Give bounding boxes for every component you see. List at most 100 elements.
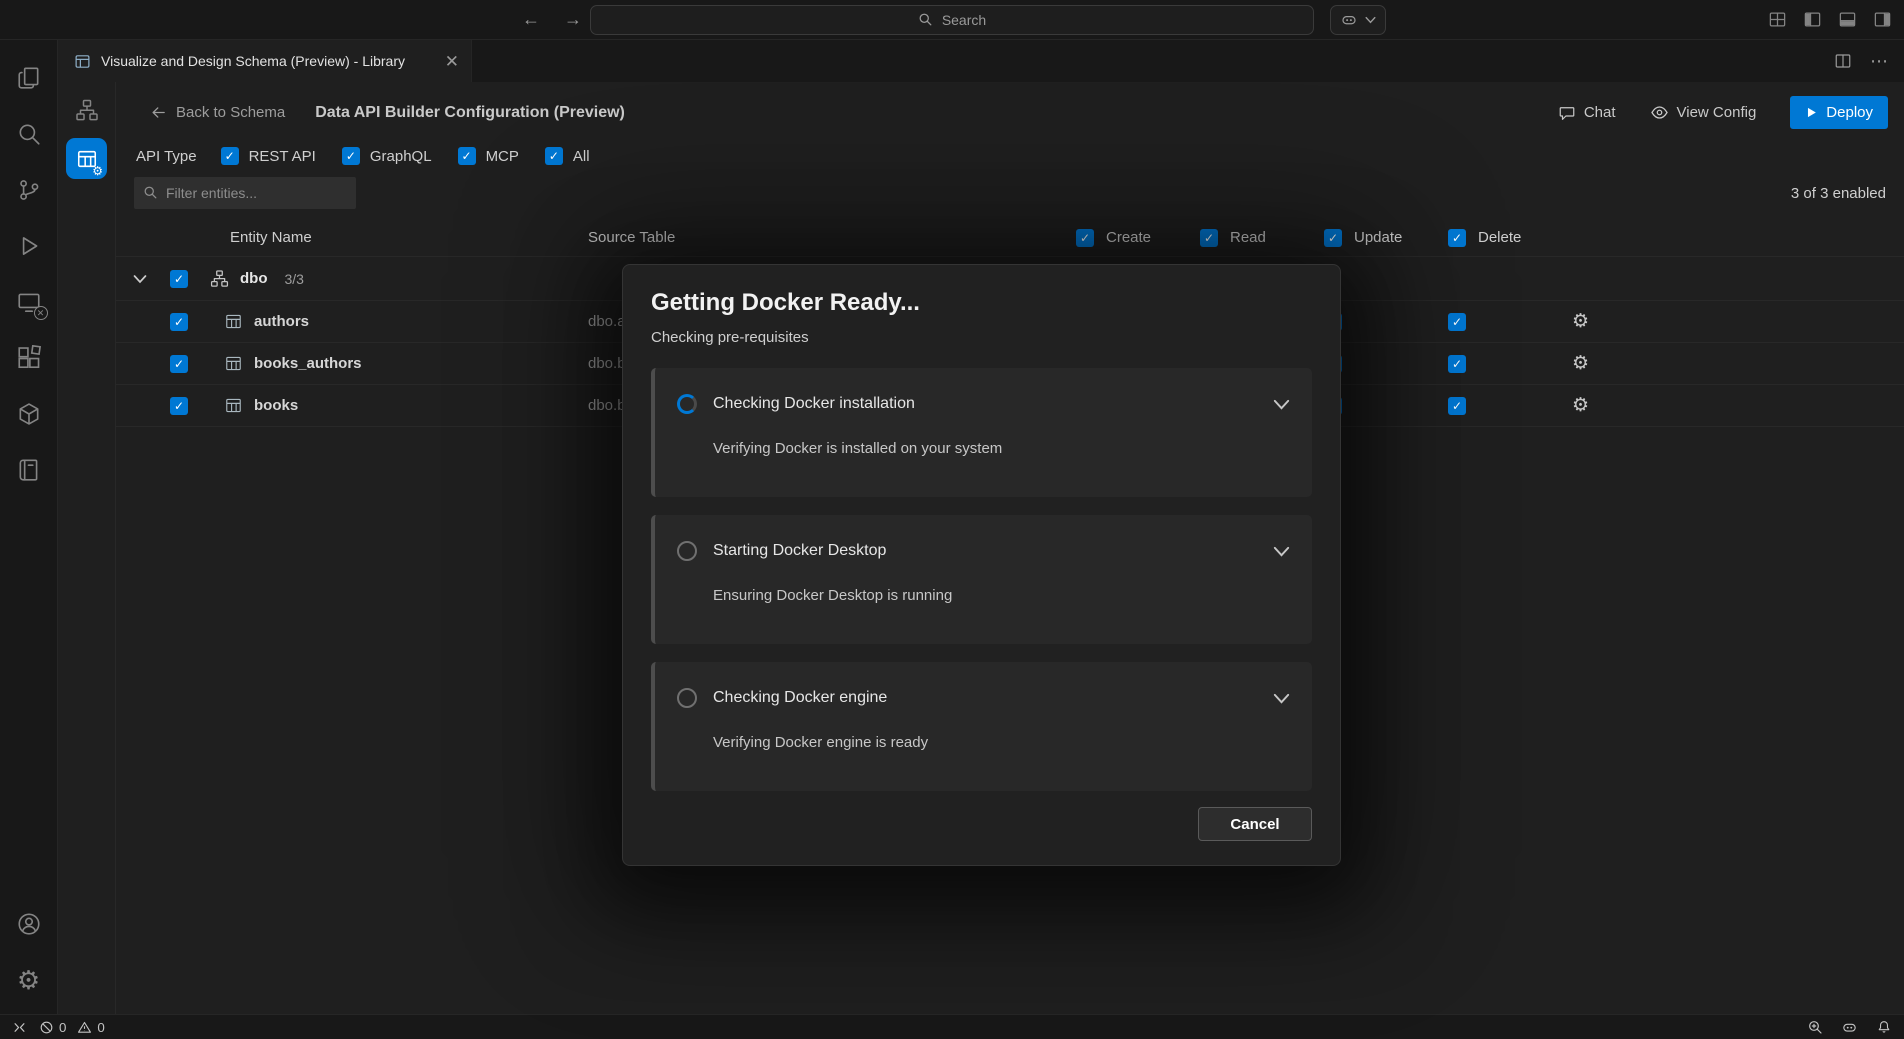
layout-controls <box>1768 10 1892 29</box>
filter-option-graphql[interactable]: GraphQL <box>342 147 432 165</box>
titlebar: ← → Search <box>0 0 1904 40</box>
chevron-down-icon <box>133 274 147 284</box>
problems-button[interactable]: 0 0 <box>39 1020 105 1035</box>
step-label: Checking Docker installation <box>713 395 915 413</box>
view-config-button[interactable]: View Config <box>1650 103 1757 122</box>
deploy-label: Deploy <box>1826 104 1873 121</box>
copilot-session-button[interactable] <box>1330 5 1386 35</box>
schema-hierarchy-icon <box>75 98 99 122</box>
back-to-schema-link[interactable]: Back to Schema <box>150 104 285 121</box>
tab-close-button[interactable]: ✕ <box>445 53 459 70</box>
step-header[interactable]: Starting Docker Desktop <box>677 541 1290 561</box>
forward-nav-button[interactable]: → <box>564 9 582 30</box>
tab-bar: Visualize and Design Schema (Preview) - … <box>58 40 1904 82</box>
zoom-indicator-button[interactable] <box>1807 1019 1823 1035</box>
containers-view-button[interactable] <box>1 386 57 442</box>
search-placeholder: Search <box>942 12 986 28</box>
accounts-button[interactable] <box>1 896 57 952</box>
chat-button[interactable]: Chat <box>1558 104 1616 122</box>
delete-checkbox[interactable] <box>1448 355 1466 373</box>
toggle-sidebar-right-icon <box>1873 10 1892 29</box>
remote-brackets-icon <box>12 1020 27 1035</box>
entity-settings-button[interactable]: ⚙ <box>1572 354 1589 373</box>
eye-icon <box>1650 103 1669 122</box>
graphql-checkbox[interactable] <box>342 147 360 165</box>
copilot-status-button[interactable] <box>1841 1019 1858 1036</box>
group-checkbox[interactable] <box>170 270 188 288</box>
settings-button[interactable]: ⚙ <box>1 952 57 1008</box>
schema-icon <box>210 269 229 288</box>
select-all-delete-checkbox[interactable] <box>1448 229 1466 247</box>
run-debug-view-button[interactable] <box>1 218 57 274</box>
search-view-button[interactable] <box>1 106 57 162</box>
back-nav-button[interactable]: ← <box>522 9 540 30</box>
delete-checkbox[interactable] <box>1448 397 1466 415</box>
customize-layout-button[interactable] <box>1768 10 1787 29</box>
gear-overlay-icon: ⚙ <box>92 165 103 177</box>
step-description: Verifying Docker is installed on your sy… <box>713 440 1290 457</box>
step-header[interactable]: Checking Docker installation <box>677 394 1290 414</box>
collapse-group-button[interactable] <box>133 274 147 284</box>
activity-bar: ✕ ⚙ <box>0 40 58 1014</box>
status-bar: 0 0 <box>0 1014 1904 1039</box>
filter-option-mcp[interactable]: MCP <box>458 147 519 165</box>
remote-indicator-button[interactable] <box>12 1020 27 1035</box>
book-icon <box>16 457 42 483</box>
designer-view-bar: ⚙ <box>58 82 116 1014</box>
disconnected-badge: ✕ <box>34 306 48 320</box>
account-icon <box>16 911 42 937</box>
rest-api-checkbox[interactable] <box>221 147 239 165</box>
chat-icon <box>1558 104 1576 122</box>
sql-projects-view-button[interactable] <box>1 442 57 498</box>
entity-name: books_authors <box>254 355 362 372</box>
step-description: Verifying Docker engine is ready <box>713 734 1290 751</box>
entity-settings-button[interactable]: ⚙ <box>1572 312 1589 331</box>
all-label: All <box>573 148 590 165</box>
select-all-update-checkbox[interactable] <box>1324 229 1342 247</box>
command-center-search[interactable]: Search <box>590 5 1314 35</box>
enabled-summary: 3 of 3 enabled <box>1791 185 1886 202</box>
extensions-view-button[interactable] <box>1 330 57 386</box>
filter-option-all[interactable]: All <box>545 147 590 165</box>
explorer-view-button[interactable] <box>1 50 57 106</box>
toggle-secondary-sidebar-button[interactable] <box>1873 10 1892 29</box>
chevron-down-icon <box>1273 546 1290 557</box>
delete-checkbox[interactable] <box>1448 313 1466 331</box>
filter-option-rest-api[interactable]: REST API <box>221 147 316 165</box>
toggle-panel-button[interactable] <box>1838 10 1857 29</box>
graphql-label: GraphQL <box>370 148 432 165</box>
chevron-down-icon <box>1273 693 1290 704</box>
step-header[interactable]: Checking Docker engine <box>677 688 1290 708</box>
split-editor-button[interactable] <box>1834 52 1852 70</box>
activity-bar-bottom: ⚙ <box>1 896 57 1014</box>
schema-designer-view-button[interactable] <box>65 90 109 130</box>
tab-visualize-design-schema[interactable]: Visualize and Design Schema (Preview) - … <box>58 40 472 82</box>
row-checkbox[interactable] <box>170 313 188 331</box>
editor-actions: ⋯ <box>1834 40 1904 82</box>
view-config-label: View Config <box>1677 104 1757 121</box>
all-checkbox[interactable] <box>545 147 563 165</box>
chat-label: Chat <box>1584 104 1616 121</box>
entities-table-header: Entity Name Source Table Create Read Upd… <box>116 219 1904 257</box>
select-all-read-checkbox[interactable] <box>1200 229 1218 247</box>
mcp-checkbox[interactable] <box>458 147 476 165</box>
gear-icon: ⚙ <box>1572 311 1589 332</box>
data-api-builder-view-button[interactable]: ⚙ <box>66 138 107 179</box>
source-control-icon <box>16 177 42 203</box>
deploy-button[interactable]: Deploy <box>1790 96 1888 129</box>
toggle-primary-sidebar-button[interactable] <box>1803 10 1822 29</box>
entity-settings-button[interactable]: ⚙ <box>1572 396 1589 415</box>
remote-explorer-view-button[interactable]: ✕ <box>1 274 57 330</box>
row-checkbox[interactable] <box>170 397 188 415</box>
select-all-create-checkbox[interactable] <box>1076 229 1094 247</box>
cancel-button[interactable]: Cancel <box>1198 807 1312 841</box>
mcp-label: MCP <box>486 148 519 165</box>
row-checkbox[interactable] <box>170 355 188 373</box>
bell-icon <box>1876 1019 1892 1035</box>
more-actions-button[interactable]: ⋯ <box>1870 51 1888 72</box>
notifications-button[interactable] <box>1876 1019 1892 1035</box>
header-actions: Chat View Config Deploy <box>1558 96 1888 129</box>
filter-entities-input[interactable] <box>134 177 356 209</box>
copilot-icon <box>1340 11 1358 29</box>
source-control-view-button[interactable] <box>1 162 57 218</box>
